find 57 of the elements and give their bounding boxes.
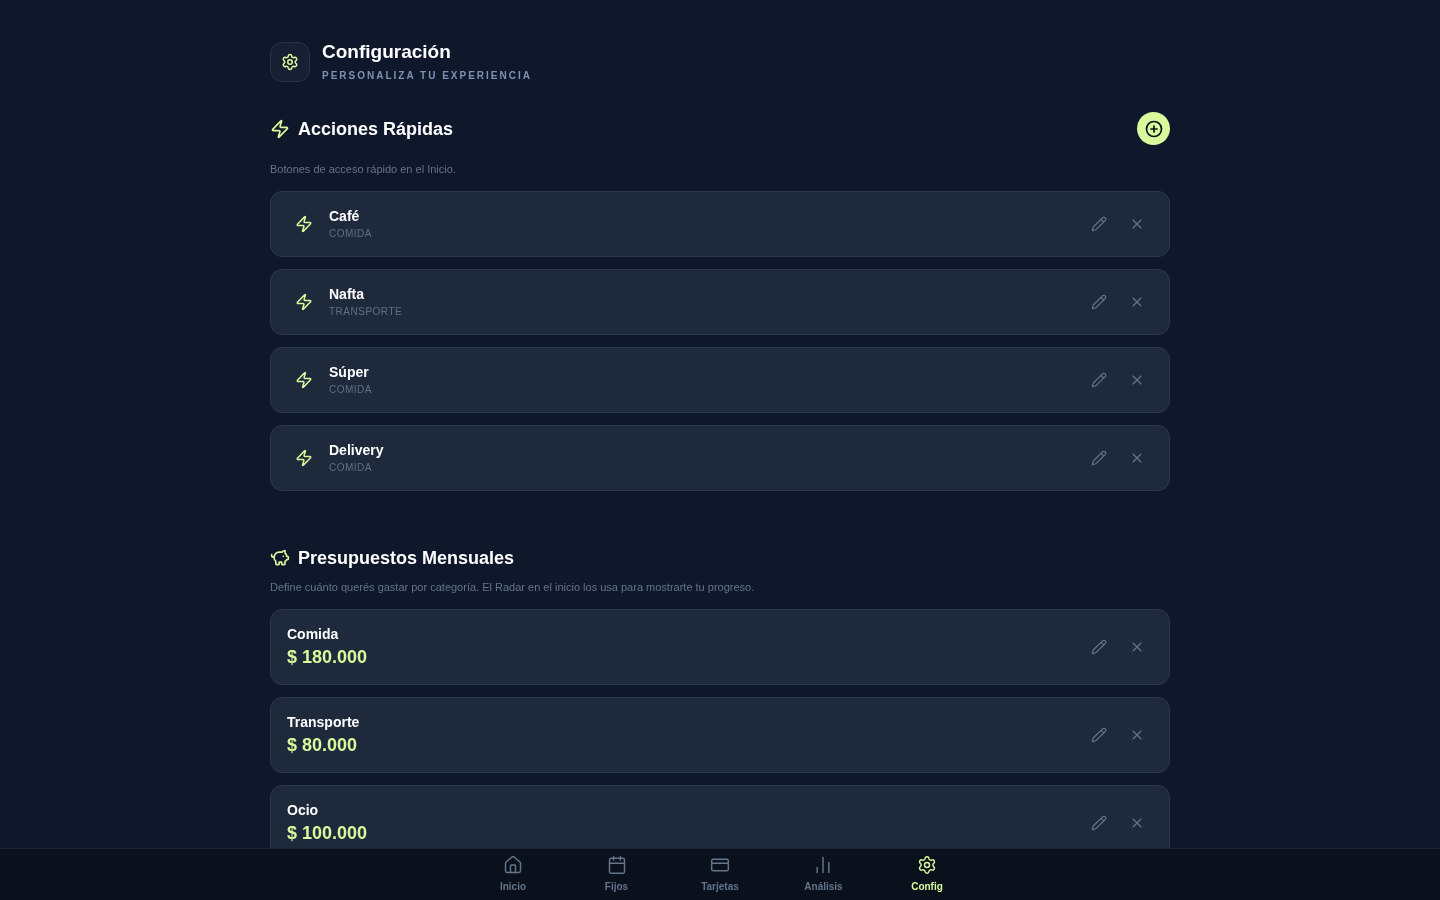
section-title: Presupuestos Mensuales: [298, 547, 515, 570]
pencil-icon: [1091, 294, 1107, 310]
budget-category: Ocio: [287, 801, 320, 819]
nav-label: Tarjetas: [701, 881, 739, 893]
edit-button[interactable]: [1091, 727, 1107, 743]
budget-amount: $ 180.000: [287, 646, 368, 669]
action-category: COMIDA: [329, 227, 372, 241]
edit-button[interactable]: [1091, 294, 1107, 310]
edit-button[interactable]: [1091, 450, 1107, 466]
pencil-icon: [1091, 815, 1107, 831]
pencil-icon: [1091, 639, 1107, 655]
page-title: Configuración: [322, 40, 452, 64]
edit-button[interactable]: [1091, 216, 1107, 232]
action-category: COMIDA: [329, 461, 373, 475]
plus-circle-icon: [1144, 119, 1163, 138]
settings-icon: [270, 42, 310, 82]
action-name: Súper: [329, 363, 370, 381]
credit-card-icon: [710, 855, 730, 875]
home-icon: [503, 855, 523, 875]
lightning-icon: [295, 293, 313, 311]
budget-category: Transporte: [287, 713, 360, 731]
action-category: COMIDA: [329, 383, 372, 397]
piggy-bank-icon: [270, 548, 290, 568]
pencil-icon: [1091, 216, 1107, 232]
budget-amount: $ 100.000: [287, 822, 368, 845]
edit-button[interactable]: [1091, 639, 1107, 655]
budget-amount: $ 80.000: [287, 734, 359, 757]
pencil-icon: [1091, 372, 1107, 388]
action-name: Café: [329, 207, 361, 225]
action-name: Nafta: [329, 285, 365, 303]
lightning-icon: [295, 449, 313, 467]
page-subtitle: PERSONALIZA TU EXPERIENCIA: [322, 69, 532, 83]
lightning-icon: [270, 118, 290, 139]
edit-button[interactable]: [1091, 372, 1107, 388]
section-description: Define cuánto querés gastar por categoría. El Radar en el inicio los usa para mostrarte tu progreso.: [270, 580, 756, 595]
section-description: Botones de acceso rápido en el Inicio.: [270, 162, 457, 177]
edit-button[interactable]: [1091, 815, 1107, 831]
nav-label: Inicio: [499, 881, 527, 893]
section-title: Acciones Rápidas: [298, 117, 454, 141]
pencil-icon: [1091, 727, 1107, 743]
nav-label: Config: [911, 881, 943, 893]
nav-label: Fijos: [604, 881, 629, 893]
action-name: Delivery: [329, 441, 384, 459]
pencil-icon: [1091, 450, 1107, 466]
nav-tab[interactable]: Análisis: [804, 855, 843, 893]
budget-category: Comida: [287, 625, 340, 643]
nav-tab[interactable]: Fijos: [604, 855, 629, 893]
nav-label: Análisis: [804, 881, 843, 893]
action-category: TRANSPORTE: [329, 305, 403, 319]
calendar-icon: [606, 855, 627, 875]
nav-tab[interactable]: Tarjetas: [701, 855, 739, 893]
lightning-icon: [295, 215, 313, 233]
settings-icon: [917, 855, 937, 875]
nav-tab[interactable]: Config: [911, 855, 943, 893]
lightning-icon: [295, 371, 313, 389]
nav-tab[interactable]: Inicio: [499, 855, 527, 893]
add-button[interactable]: [1137, 112, 1170, 145]
